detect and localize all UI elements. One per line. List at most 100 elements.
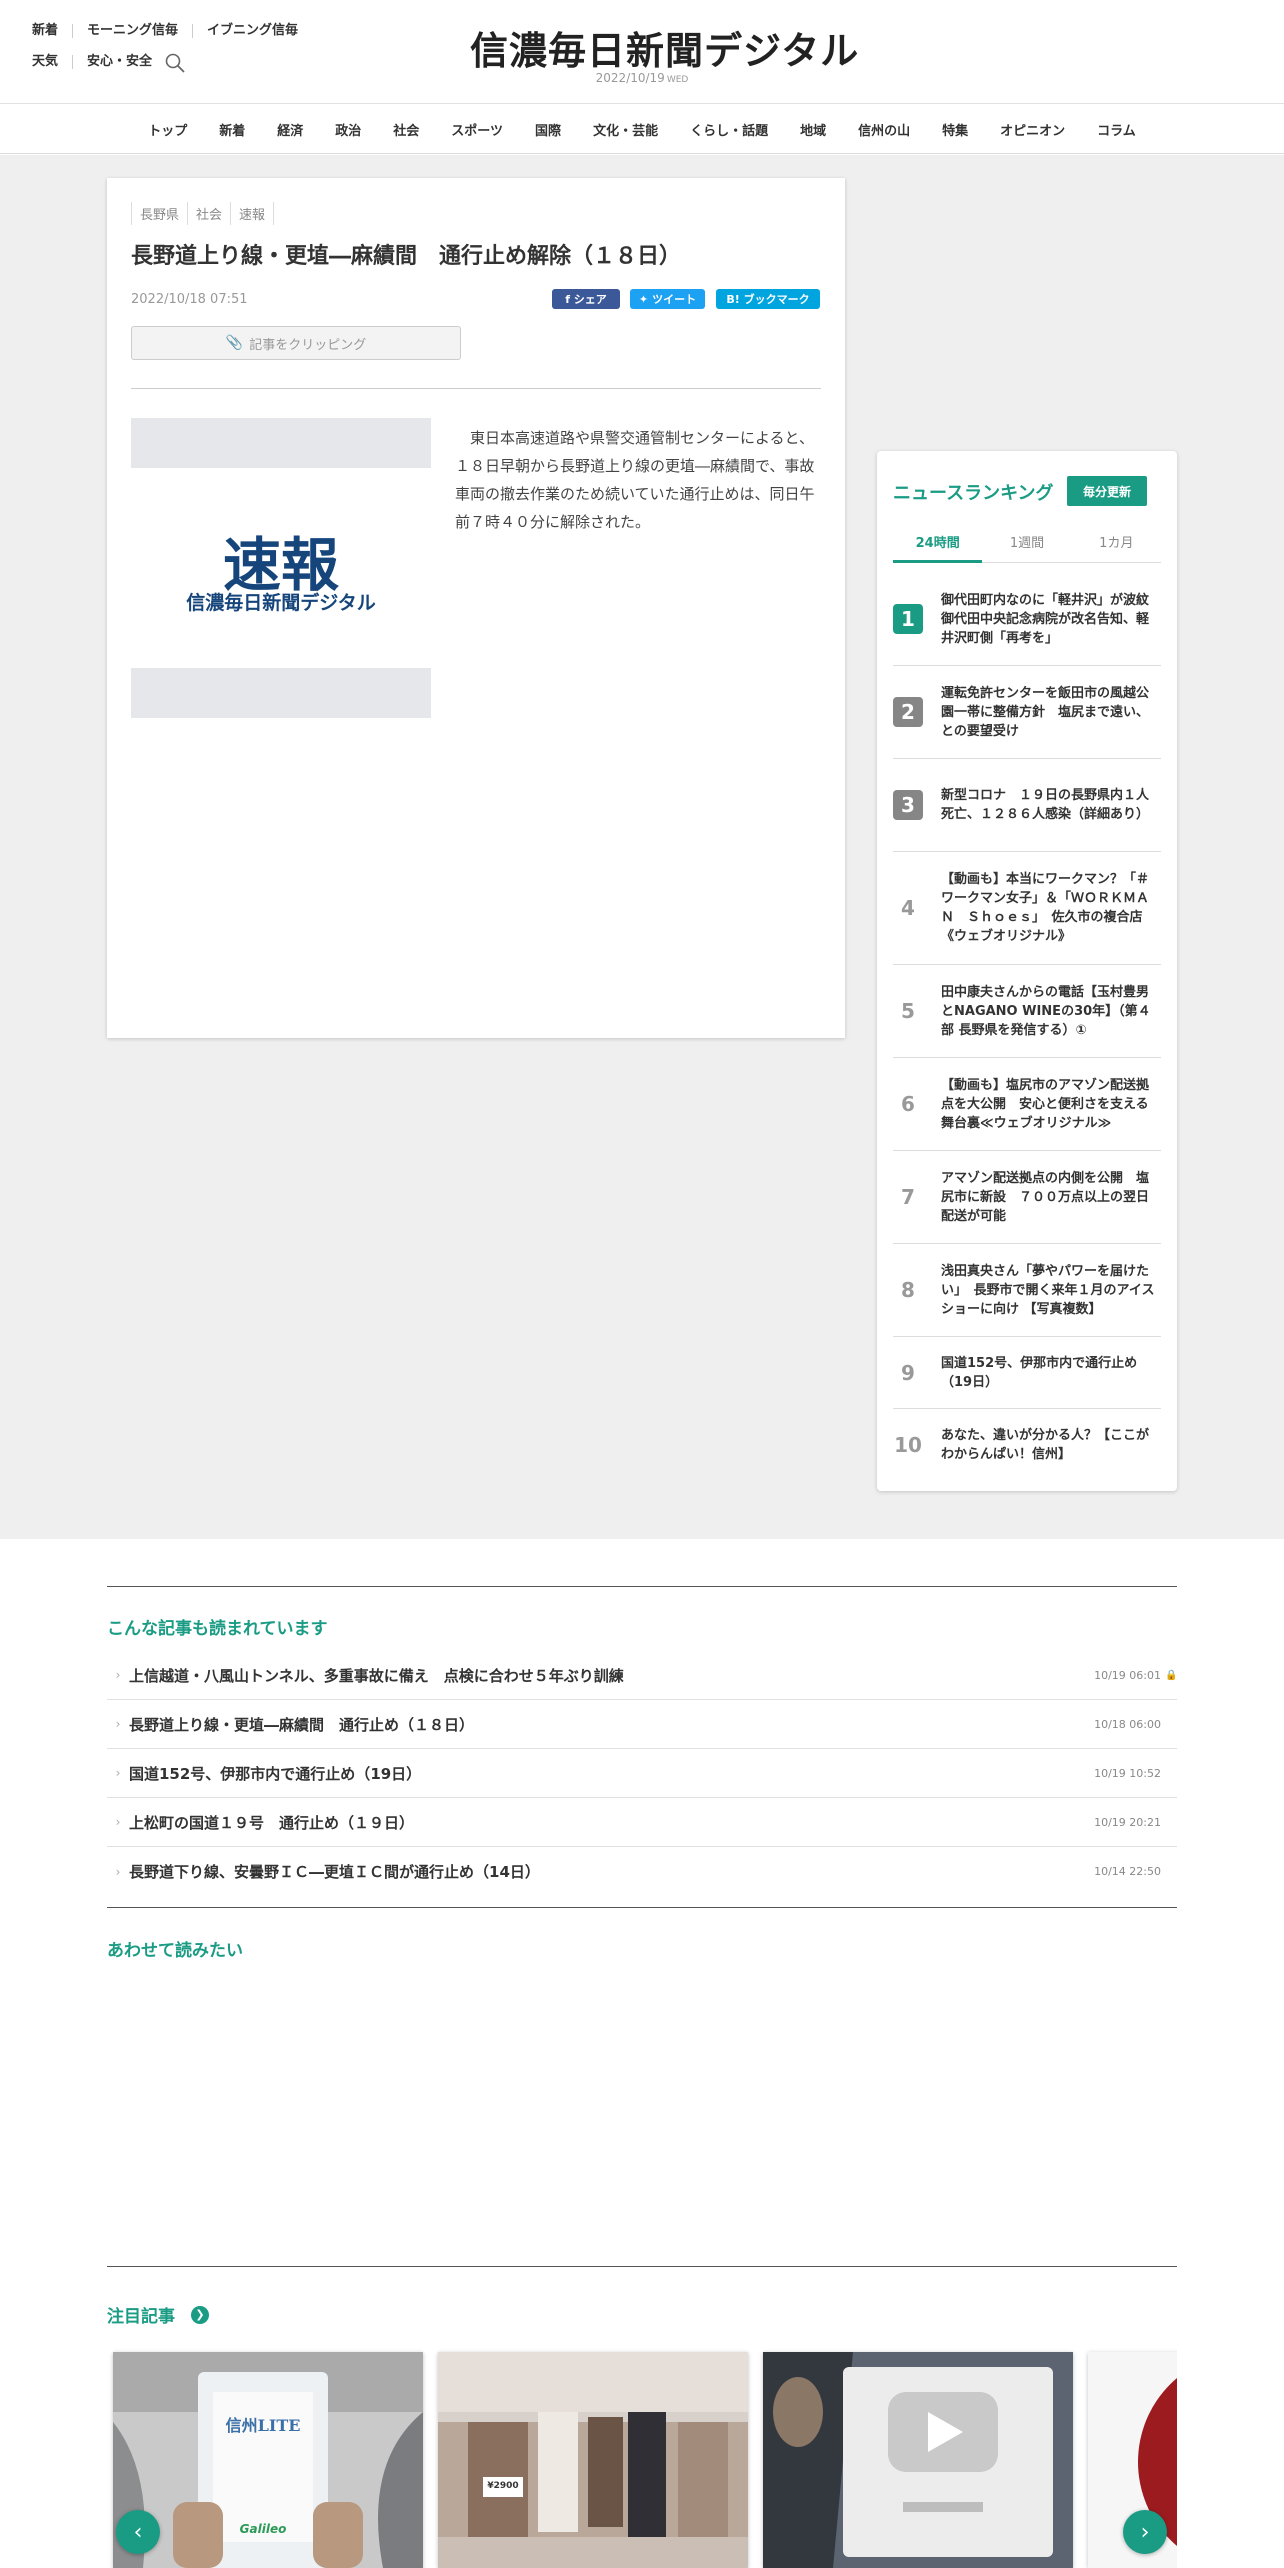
ranking-item[interactable]: 3 新型コロナ １９日の長野県内１人死亡、１２８６人感染（詳細あり） bbox=[893, 759, 1161, 852]
header-weekday: WED bbox=[666, 75, 689, 85]
rank-headline: 運転免許センターを飯田市の風越公園一帯に整備方針 塩尻まで遠い、との要望受け bbox=[941, 685, 1150, 739]
chevron-right-icon: › bbox=[115, 1766, 121, 1780]
rank-number: 1 bbox=[893, 604, 923, 634]
carousel-next-button[interactable]: › bbox=[1123, 2510, 1167, 2554]
ranking-item[interactable]: 4 【動画も】本当にワークマン？「＃ワークマン女子」＆「ＷＯＲＫＭＡＮ Ｓｈｏｅ… bbox=[893, 852, 1161, 965]
carousel-prev-button[interactable]: ‹ bbox=[116, 2510, 160, 2554]
related-date: 10/19 20:21 bbox=[1094, 1815, 1161, 1829]
nav-item-region[interactable]: 地域 bbox=[784, 120, 842, 139]
related-headline: 国道152号、伊那市内で通行止め（19日） bbox=[129, 1764, 422, 1783]
nav-item-life[interactable]: くらし・話題 bbox=[674, 120, 784, 139]
facebook-share-button[interactable]: f シェア bbox=[552, 289, 620, 309]
ranking-item[interactable]: 2 運転免許センターを飯田市の風越公園一帯に整備方針 塩尻まで遠い、との要望受け bbox=[893, 666, 1161, 759]
clip-label: 記事をクリッピング bbox=[249, 337, 367, 353]
image-logo-text: 信濃毎日新聞デジタル bbox=[186, 592, 376, 614]
hatena-bookmark-button[interactable]: B! ブックマーク bbox=[716, 289, 820, 309]
util-link-weather[interactable]: 天気 bbox=[32, 55, 72, 69]
utility-links-bottom: 天気 安心・安全 bbox=[32, 55, 166, 69]
ranking-list: 1 御代田町内なのに「軽井沢」が波紋 御代田中央記念病院が改名告知、軽井沢町側「… bbox=[893, 573, 1163, 1481]
article-body: 東日本高速道路や県警交通管制センターによると、１８日早朝から長野道上り線の更埴―… bbox=[455, 429, 815, 531]
nav-item-mountains[interactable]: 信州の山 bbox=[842, 120, 926, 139]
tag-society[interactable]: 社会 bbox=[187, 202, 232, 225]
site-logo[interactable]: 信濃毎日新聞デジタル bbox=[470, 20, 859, 75]
tweet-button[interactable]: ✦ ツイート bbox=[630, 289, 705, 309]
nav-item-culture[interactable]: 文化・芸能 bbox=[577, 120, 674, 139]
attention-header[interactable]: 注目記事 ❯ bbox=[107, 2302, 209, 2327]
util-link-evening[interactable]: イブニング信毎 bbox=[192, 24, 312, 38]
ranking-item[interactable]: 9 国道152号、伊那市内で通行止め（19日） bbox=[893, 1337, 1161, 1409]
nav-item-politics[interactable]: 政治 bbox=[319, 120, 377, 139]
nav-item-opinion[interactable]: オピニオン bbox=[984, 120, 1081, 139]
image-bar-bottom bbox=[131, 668, 431, 718]
article-card: 長野県 社会 速報 長野道上り線・更埴―麻績間 通行止め解除（１８日） 2022… bbox=[107, 178, 845, 1038]
rank-headline: 御代田町内なのに「軽井沢」が波紋 御代田中央記念病院が改名告知、軽井沢町側「再考… bbox=[941, 592, 1163, 646]
util-link-new[interactable]: 新着 bbox=[32, 24, 72, 38]
attention-card[interactable] bbox=[763, 2352, 1073, 2568]
related-date: 10/19 10:52 bbox=[1094, 1766, 1161, 1780]
also-read-rule bbox=[107, 1907, 1177, 1908]
ranking-item[interactable]: 6 【動画も】塩尻市のアマゾン配送拠点を大公開 安心と便利さを支える舞台裏≪ウェ… bbox=[893, 1058, 1161, 1151]
tab-24h[interactable]: 24時間 bbox=[893, 529, 983, 563]
utility-links-top: 新着 モーニング信毎 イブニング信毎 bbox=[32, 24, 312, 38]
news-ranking-panel: ニュースランキング 毎分更新 24時間 1週間 1カ月 1 御代田町内なのに「軽… bbox=[877, 451, 1177, 1491]
rank-headline: あなた、違いが分かる人？【ここがわからんぱい！信州】 bbox=[941, 1428, 1150, 1462]
rank-number: 2 bbox=[893, 697, 923, 727]
ranking-title: ニュースランキング bbox=[893, 483, 1054, 504]
related-top-rule bbox=[107, 1586, 1177, 1587]
nav-item-column[interactable]: コラム bbox=[1081, 120, 1152, 139]
tab-1month[interactable]: 1カ月 bbox=[1071, 529, 1161, 563]
clip-article-button[interactable]: 📎 記事をクリッピング bbox=[131, 326, 461, 360]
nav-item-sports[interactable]: スポーツ bbox=[435, 120, 519, 139]
rank-number: 6 bbox=[901, 1092, 915, 1116]
ranking-item[interactable]: 1 御代田町内なのに「軽井沢」が波紋 御代田中央記念病院が改名告知、軽井沢町側「… bbox=[893, 573, 1163, 666]
related-item[interactable]: › 国道152号、伊那市内で通行止め（19日） 10/19 10:52 bbox=[107, 1749, 1177, 1798]
nav-item-international[interactable]: 国際 bbox=[519, 120, 577, 139]
nav-item-economy[interactable]: 経済 bbox=[261, 120, 319, 139]
related-item[interactable]: › 上松町の国道１９号 通行止め（１９日） 10/19 20:21 bbox=[107, 1798, 1177, 1847]
nav-item-features[interactable]: 特集 bbox=[926, 120, 984, 139]
ranking-item[interactable]: 10 あなた、違いが分かる人？【ここがわからんぱい！信州】 bbox=[893, 1409, 1161, 1481]
ranking-item[interactable]: 8 浅田真央さん「夢やパワーを届けたい」 長野市で開く来年１月のアイスショーに向… bbox=[893, 1244, 1161, 1337]
header-date-value: 2022/10/19 bbox=[595, 71, 665, 85]
related-item[interactable]: › 長野道下り線、安曇野ＩＣ―更埴ＩＣ間が通行止め（14日） 10/14 22:… bbox=[107, 1847, 1177, 1896]
rank-headline: 新型コロナ １９日の長野県内１人死亡、１２８６人感染（詳細あり） bbox=[941, 788, 1150, 822]
play-icon[interactable] bbox=[888, 2392, 998, 2472]
tweet-label: ツイート bbox=[652, 293, 697, 306]
rank-headline: 浅田真央さん「夢やパワーを届けたい」 長野市で開く来年１月のアイスショーに向け … bbox=[941, 1263, 1155, 1317]
related-headline: 長野道下り線、安曇野ＩＣ―更埴ＩＣ間が通行止め（14日） bbox=[129, 1863, 540, 1881]
rank-headline: アマゾン配送拠点の内側を公開 塩尻市に新設 ７００万点以上の翌日配送が可能 bbox=[941, 1170, 1150, 1224]
card-phone-label: 信州LITE bbox=[225, 2416, 301, 2435]
related-headline: 上信越道・八風山トンネル、多重事故に備え 点検に合わせ５年ぶり訓練 bbox=[129, 1666, 624, 1685]
nav-item-new[interactable]: 新着 bbox=[203, 120, 261, 139]
rank-headline: 田中康夫さんからの電話【玉村豊男とNAGANO WINEの30年】（第４部 長野… bbox=[941, 984, 1151, 1038]
chevron-right-icon: › bbox=[115, 1717, 121, 1731]
article-tags: 長野県 社会 速報 bbox=[131, 202, 275, 225]
tab-1week[interactable]: 1週間 bbox=[982, 529, 1072, 563]
rank-headline: 国道152号、伊那市内で通行止め（19日） bbox=[941, 1355, 1138, 1390]
chevron-right-icon: › bbox=[115, 1815, 121, 1829]
util-link-safety[interactable]: 安心・安全 bbox=[72, 55, 166, 69]
ranking-item[interactable]: 5 田中康夫さんからの電話【玉村豊男とNAGANO WINEの30年】（第４部 … bbox=[893, 965, 1161, 1058]
ranking-item[interactable]: 7 アマゾン配送拠点の内側を公開 塩尻市に新設 ７００万点以上の翌日配送が可能 bbox=[893, 1151, 1161, 1244]
rank-number: 8 bbox=[901, 1278, 915, 1302]
ranking-update-badge: 毎分更新 bbox=[1067, 476, 1147, 506]
tag-breaking[interactable]: 速報 bbox=[230, 202, 275, 225]
ranking-tabs: 24時間 1週間 1カ月 bbox=[893, 529, 1161, 563]
rank-number: 9 bbox=[901, 1360, 915, 1385]
rank-number: 5 bbox=[901, 999, 915, 1023]
nav-item-top[interactable]: トップ bbox=[132, 120, 203, 139]
related-list: › 上信越道・八風山トンネル、多重事故に備え 点検に合わせ５年ぶり訓練 10/1… bbox=[107, 1651, 1177, 1896]
related-item[interactable]: › 上信越道・八風山トンネル、多重事故に備え 点検に合わせ５年ぶり訓練 10/1… bbox=[107, 1651, 1177, 1700]
card-phone-brand: Galileo bbox=[239, 2522, 287, 2536]
card-photo-store bbox=[438, 2352, 748, 2568]
related-item[interactable]: › 長野道上り線・更埴―麻績間 通行止め（１８日） 10/18 06:00 bbox=[107, 1700, 1177, 1749]
lock-icon: 🔒 bbox=[1165, 1669, 1178, 1681]
article-pubdate: 2022/10/18 07:51 bbox=[131, 292, 248, 307]
rank-number: 7 bbox=[901, 1185, 915, 1209]
nav-item-society[interactable]: 社会 bbox=[377, 120, 435, 139]
breaking-news-image: 速報 信濃毎日新聞デジタル bbox=[131, 418, 431, 718]
related-headline: 上松町の国道１９号 通行止め（１９日） bbox=[129, 1813, 415, 1832]
attention-card[interactable]: ¥2900 bbox=[438, 2352, 748, 2568]
util-link-morning[interactable]: モーニング信毎 bbox=[72, 24, 192, 38]
tag-prefecture[interactable]: 長野県 bbox=[131, 202, 189, 225]
